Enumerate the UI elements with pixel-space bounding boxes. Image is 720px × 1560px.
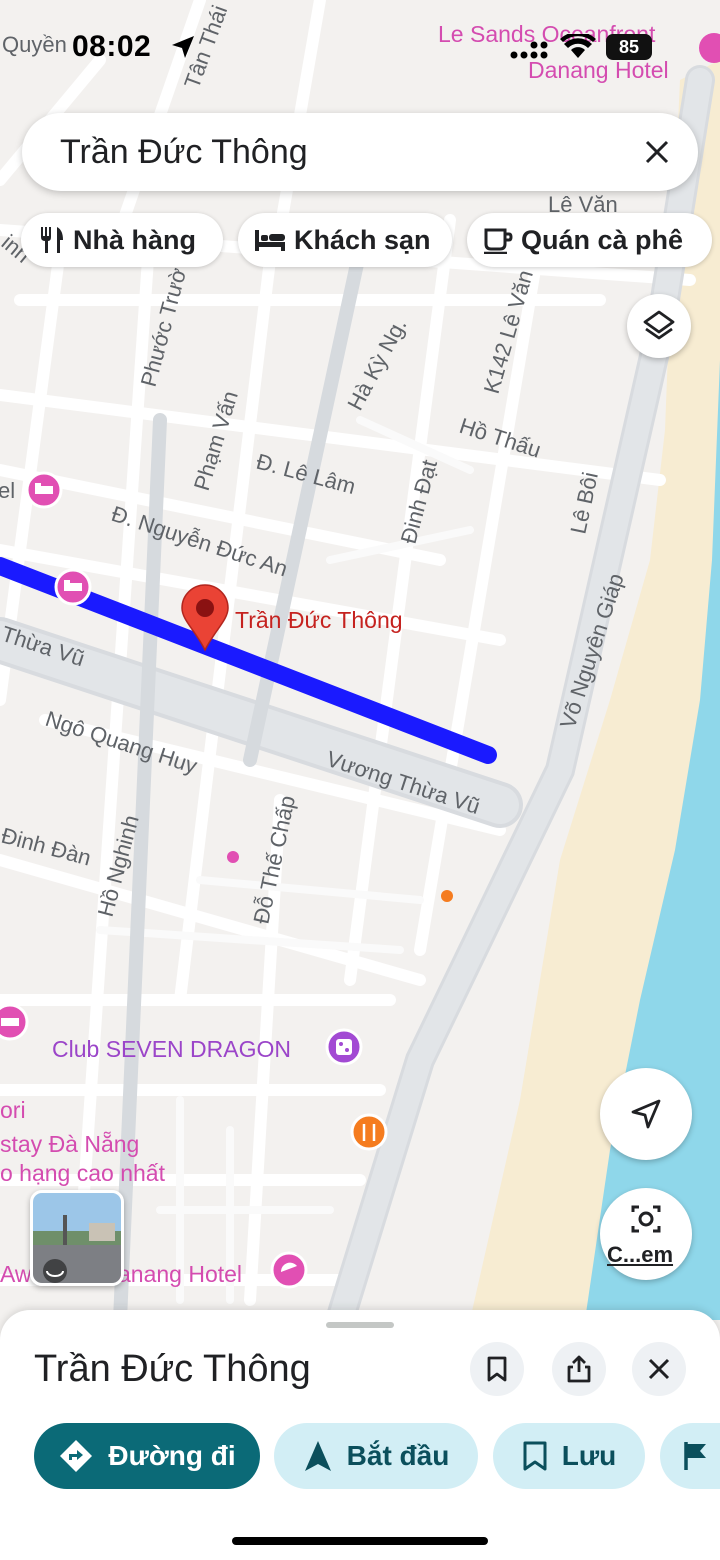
nightlife-marker[interactable] — [325, 1028, 363, 1066]
battery-level: 85 — [618, 36, 640, 57]
bed-icon — [255, 230, 285, 251]
chip-hotels[interactable]: Khách sạn — [238, 213, 452, 267]
poi-label[interactable]: stay Đà Nẵng — [0, 1130, 139, 1157]
hotel-marker[interactable] — [25, 471, 63, 509]
poi-label[interactable]: ori — [0, 1097, 26, 1123]
start-button[interactable]: Bắt đầu — [274, 1423, 478, 1489]
share-icon — [567, 1355, 591, 1383]
place-title: Trần Đức Thông — [34, 1348, 311, 1390]
clear-search-button[interactable] — [634, 129, 680, 175]
chip-label: Khách sạn — [294, 224, 431, 255]
restaurant-marker[interactable] — [350, 1113, 388, 1151]
close-icon — [648, 1358, 670, 1380]
beach-poi-marker[interactable] — [270, 1251, 308, 1289]
label-flag-button[interactable] — [660, 1423, 720, 1489]
poi-label[interactable]: anang Hotel — [118, 1261, 242, 1287]
camera-lens-icon — [631, 1205, 661, 1233]
share-button[interactable] — [552, 1342, 606, 1396]
layers-icon — [643, 310, 675, 340]
street-label: el — [0, 478, 15, 503]
battery-icon: 85 — [606, 34, 652, 60]
search-query[interactable]: Trần Đức Thông — [60, 133, 308, 172]
drag-handle[interactable] — [326, 1322, 394, 1328]
poi-rating-label: o hạng cao nhất — [0, 1160, 166, 1186]
coffee-cup-icon — [484, 228, 513, 254]
poi-dot[interactable] — [441, 890, 453, 902]
close-sheet-button[interactable] — [632, 1342, 686, 1396]
chip-label: Quán cà phê — [521, 224, 684, 255]
status-bar: 08:02 85 — [0, 0, 720, 95]
wifi-icon — [560, 34, 596, 58]
close-icon — [645, 140, 669, 164]
poi-label[interactable]: Aw — [0, 1261, 32, 1287]
poi-dot[interactable] — [227, 851, 239, 863]
chip-label: Nhà hàng — [73, 224, 197, 255]
lens-label[interactable]: C...em — [607, 1242, 673, 1268]
cellular-signal-icon — [510, 41, 548, 59]
flag-icon — [684, 1442, 706, 1470]
directions-button[interactable]: Đường đi — [34, 1423, 260, 1489]
my-location-button[interactable] — [600, 1068, 692, 1160]
save-button[interactable]: Lưu — [493, 1423, 645, 1489]
place-bottom-sheet[interactable]: Trần Đức Thông Đường đi Bắt đầu Lưu — [0, 1310, 720, 1560]
navigation-arrow-icon — [304, 1441, 331, 1471]
start-label: Bắt đầu — [346, 1440, 450, 1471]
street-view-thumbnail[interactable] — [30, 1190, 124, 1286]
directions-icon — [60, 1440, 93, 1472]
poi-label[interactable]: Club SEVEN DRAGON — [52, 1036, 291, 1062]
selected-pin-label[interactable]: Trần Đức Thông — [235, 607, 403, 633]
save-icon-button[interactable] — [470, 1342, 524, 1396]
bookmark-icon — [523, 1441, 547, 1471]
save-label: Lưu — [561, 1440, 617, 1471]
chip-restaurants[interactable]: Nhà hàng — [21, 213, 223, 267]
navigation-arrow-icon — [631, 1099, 661, 1129]
hotel-marker[interactable] — [0, 1003, 29, 1041]
location-arrow-icon — [172, 36, 194, 58]
bookmark-icon — [487, 1356, 507, 1382]
search-bar[interactable]: Trần Đức Thông — [22, 113, 698, 191]
layers-button[interactable] — [627, 294, 691, 358]
fork-knife-icon — [41, 227, 63, 253]
status-time: 08:02 — [72, 30, 152, 63]
chip-coffee[interactable]: Quán cà phê — [467, 213, 712, 267]
directions-label: Đường đi — [108, 1440, 236, 1471]
hotel-marker[interactable] — [54, 568, 92, 606]
street-view-image — [33, 1193, 121, 1283]
home-indicator[interactable] — [232, 1537, 488, 1545]
